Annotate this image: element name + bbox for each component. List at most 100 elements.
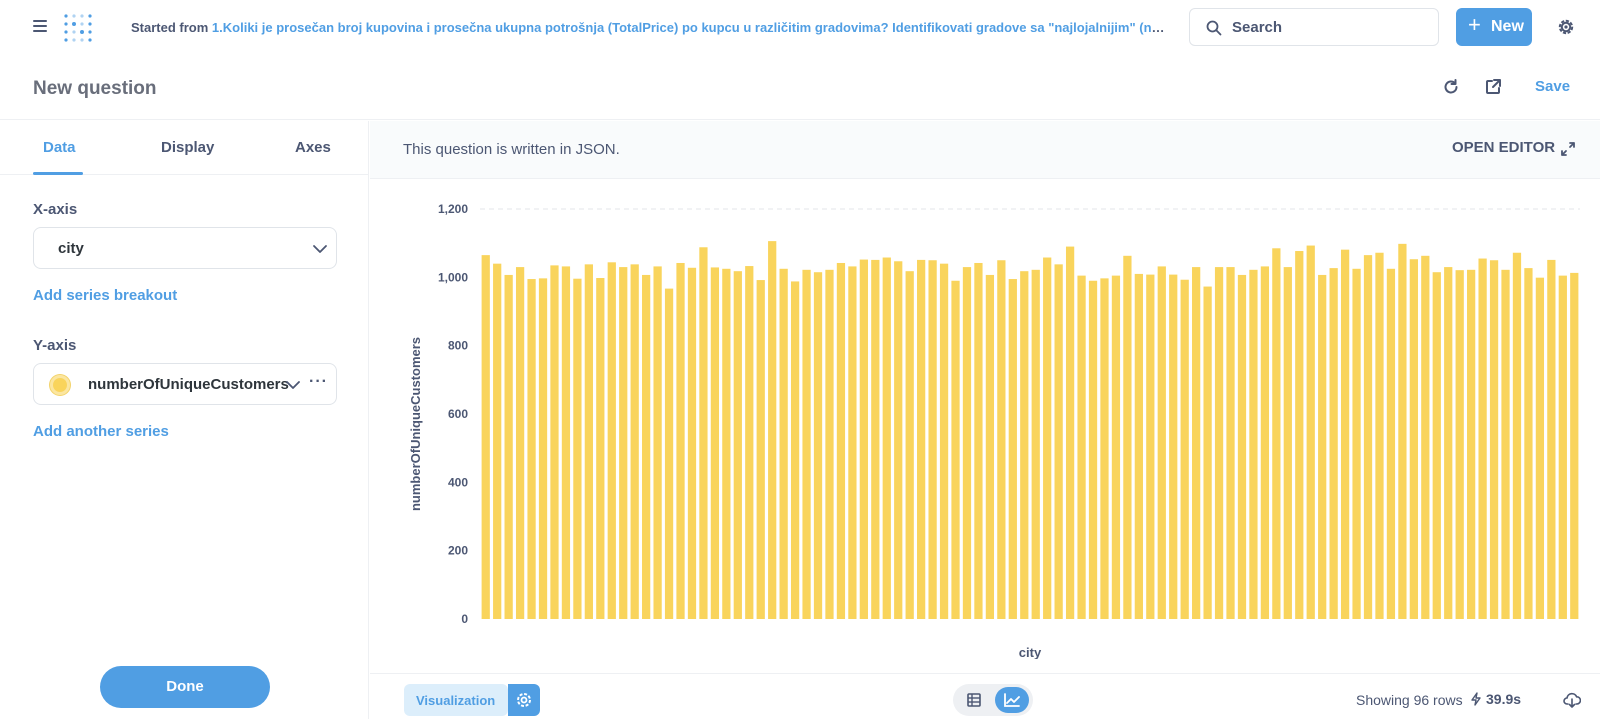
external-link-icon[interactable] [1484, 78, 1502, 96]
done-button[interactable]: Done [100, 666, 270, 708]
bar [676, 262, 685, 619]
series-color-swatch[interactable] [50, 375, 70, 395]
chevron-down-icon [313, 245, 327, 253]
bar [1272, 248, 1281, 619]
view-toggle [953, 684, 1033, 716]
bar [1203, 286, 1212, 619]
x-axis-label: X-axis [33, 201, 78, 218]
y-axis-select[interactable]: numberOfUniqueCustomers ··· [33, 363, 337, 405]
bar [1237, 274, 1247, 619]
started-from-text: Started from 1.Koliki je prosečan broj k… [131, 20, 1171, 35]
source-question-link[interactable]: 1.Koliki je prosečan broj kupovina i pro… [212, 20, 1171, 35]
bar [905, 271, 914, 619]
ellipsis-icon[interactable]: ··· [309, 373, 328, 391]
y-tick-label: 1,000 [438, 270, 468, 284]
refresh-icon[interactable] [1442, 78, 1460, 96]
bar [1169, 274, 1178, 619]
x-axis-select[interactable]: city [33, 227, 337, 269]
bar [768, 241, 777, 619]
x-axis-title: city [1019, 645, 1042, 659]
bar [997, 260, 1006, 619]
visualization-button[interactable]: Visualization [404, 684, 540, 716]
x-axis-value: city [58, 240, 84, 257]
bar [607, 262, 616, 619]
query-time-value: 39.9s [1486, 691, 1522, 707]
active-tab-indicator [33, 172, 83, 175]
y-tick-label: 0 [461, 612, 468, 626]
top-navigation-bar: Started from 1.Koliki je prosečan broj k… [0, 0, 1600, 56]
bar [1363, 255, 1373, 619]
search-input[interactable]: Search [1189, 8, 1439, 46]
tab-data[interactable]: Data [43, 139, 76, 156]
bar [1249, 269, 1258, 619]
new-button[interactable]: + New [1456, 8, 1532, 46]
bar [1031, 269, 1040, 619]
bar [664, 288, 674, 619]
chevron-down-icon[interactable] [285, 377, 301, 393]
new-button-label: New [1491, 18, 1524, 35]
main-panel: This question is written in JSON. OPEN E… [370, 121, 1600, 719]
logo-icon[interactable] [62, 12, 94, 44]
chart-view-toggle[interactable] [995, 687, 1029, 713]
bar [1421, 255, 1430, 619]
bar [538, 278, 548, 619]
bar [1340, 249, 1350, 619]
bar [1478, 258, 1487, 619]
bar [1043, 257, 1052, 619]
bar [1352, 268, 1361, 619]
bar [1260, 266, 1270, 619]
add-another-series-link[interactable]: Add another series [33, 423, 169, 440]
save-button[interactable]: Save [1535, 78, 1570, 95]
bar [1054, 264, 1063, 619]
footer-bar: Visualization Showing 96 rows 39.9s [370, 673, 1600, 719]
started-from-prefix: Started from [131, 20, 209, 35]
bar [1100, 278, 1109, 619]
bar [1134, 273, 1143, 619]
bar [596, 278, 605, 619]
bolt-icon [1471, 692, 1481, 706]
y-axis-title: numberOfUniqueCustomers [408, 337, 423, 511]
bar [515, 267, 525, 619]
bar [825, 269, 834, 619]
bar [1146, 274, 1155, 619]
bar [951, 280, 960, 619]
bar [1180, 279, 1189, 619]
tab-display[interactable]: Display [161, 139, 214, 156]
y-tick-label: 1,200 [438, 202, 468, 216]
gear-icon[interactable] [508, 684, 540, 716]
bar [573, 278, 582, 619]
bar [813, 272, 823, 619]
bar [584, 264, 593, 619]
json-notice-text: This question is written in JSON. [403, 141, 620, 158]
bar [1077, 275, 1086, 619]
bar [745, 266, 754, 619]
y-tick-label: 200 [448, 544, 468, 558]
search-icon [1206, 20, 1222, 36]
table-view-toggle[interactable] [957, 687, 991, 713]
bar [1386, 268, 1396, 619]
bar [1375, 252, 1384, 619]
tab-axes[interactable]: Axes [295, 139, 331, 156]
bar [871, 259, 880, 619]
bar [710, 267, 720, 619]
bar [779, 268, 788, 619]
add-series-breakout-link[interactable]: Add series breakout [33, 287, 177, 304]
plus-icon: + [1468, 12, 1481, 37]
settings-tabs: Data Display Axes [0, 121, 369, 175]
bar [859, 259, 868, 619]
expand-icon[interactable] [1560, 141, 1576, 157]
bar [481, 255, 490, 619]
row-count-text: Showing 96 rows [1356, 692, 1463, 708]
download-icon[interactable] [1563, 691, 1581, 709]
bar [848, 266, 857, 619]
hamburger-icon[interactable] [33, 19, 49, 33]
bar [1512, 252, 1522, 619]
search-placeholder: Search [1232, 19, 1283, 36]
gear-icon[interactable] [1556, 17, 1576, 37]
y-tick-label: 800 [448, 339, 468, 353]
bar [550, 265, 559, 619]
bar [882, 257, 891, 619]
bar [1214, 267, 1224, 619]
bar [756, 280, 765, 619]
open-editor-button[interactable]: OPEN EDITOR [1452, 139, 1555, 156]
